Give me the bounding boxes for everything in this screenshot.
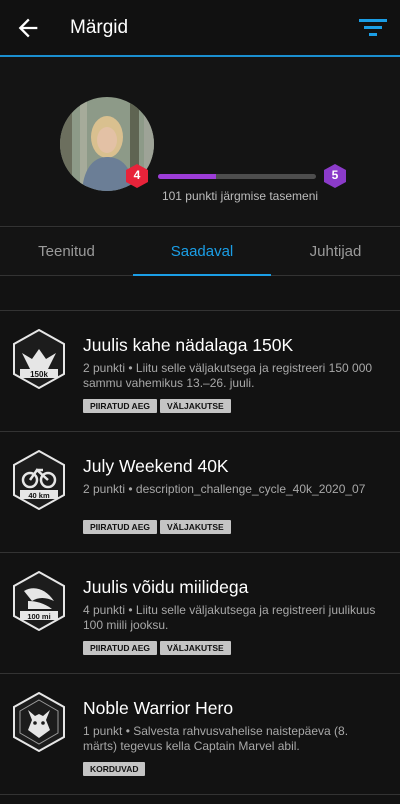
tab-leaderboard[interactable]: Juhtijad bbox=[271, 228, 400, 276]
tag-challenge: VÄLJAKUTSE bbox=[159, 520, 231, 534]
cycling-badge-icon: 40 km bbox=[13, 450, 65, 510]
list-item[interactable]: 150k Juulis kahe nädalaga 150K 2 punkti … bbox=[0, 311, 400, 432]
tab-earned[interactable]: Teenitud bbox=[0, 228, 133, 276]
list-item[interactable]: 100 mi Juulis võidu miilidega 4 punkti •… bbox=[0, 553, 400, 674]
badge-name: Juulis kahe nädalaga 150K bbox=[83, 335, 294, 355]
filter-icon[interactable] bbox=[358, 14, 388, 42]
steps-challenge-badge-icon: 150k bbox=[13, 329, 65, 389]
back-arrow-icon[interactable] bbox=[14, 14, 42, 42]
list-item[interactable]: Noble Warrior Hero 1 punkt • Salvesta ra… bbox=[0, 674, 400, 795]
badge-description: 2 punkti • Liitu selle väljakutsega ja r… bbox=[83, 361, 373, 390]
next-level-number: 5 bbox=[331, 168, 339, 182]
badge-name: Noble Warrior Hero bbox=[83, 698, 234, 718]
warrior-cat-badge-icon bbox=[13, 692, 65, 752]
badge-list: 150k Juulis kahe nädalaga 150K 2 punkti … bbox=[0, 310, 400, 795]
level-progress-bar bbox=[158, 174, 316, 179]
points-to-next-level: 101 punkti järgmise tasemeni bbox=[161, 189, 319, 203]
profile-summary: 4 5 101 punkti järgmise tasemeni bbox=[0, 57, 400, 227]
badge-name: July Weekend 40K bbox=[83, 456, 229, 476]
badge-tabs: Teenitud Saadaval Juhtijad bbox=[0, 228, 400, 276]
badge-description: 2 punkti • description_challenge_cycle_4… bbox=[83, 482, 366, 496]
active-tab-indicator bbox=[133, 274, 271, 276]
tab-available[interactable]: Saadaval bbox=[133, 228, 271, 276]
tag-limited-time: PIIRATUD AEG bbox=[83, 399, 157, 413]
running-wing-badge-icon: 100 mi bbox=[13, 571, 65, 631]
tag-challenge: VÄLJAKUTSE bbox=[159, 641, 231, 655]
badge-description: 4 punkti • Liitu selle väljakutsega ja r… bbox=[83, 603, 376, 632]
level-progress-fill bbox=[158, 174, 217, 179]
tag-limited-time: PIIRATUD AEG bbox=[83, 641, 157, 655]
badge-icon-label: 100 mi bbox=[27, 612, 50, 621]
tag-limited-time: PIIRATUD AEG bbox=[83, 520, 157, 534]
page-title: Märgid bbox=[70, 17, 129, 38]
badge-icon-label: 40 km bbox=[28, 491, 50, 500]
badge-description: 1 punkt • Salvesta rahvusvahelise naiste… bbox=[83, 724, 349, 753]
badge-name: Juulis võidu miilidega bbox=[83, 577, 249, 597]
list-item[interactable]: 40 km July Weekend 40K 2 punkti • descri… bbox=[0, 432, 400, 553]
tag-recurring: KORDUVAD bbox=[83, 762, 146, 776]
top-app-bar: Märgid bbox=[0, 0, 400, 57]
current-level-number: 4 bbox=[133, 168, 141, 182]
tag-challenge: VÄLJAKUTSE bbox=[159, 399, 231, 413]
badge-icon-label: 150k bbox=[30, 370, 48, 379]
